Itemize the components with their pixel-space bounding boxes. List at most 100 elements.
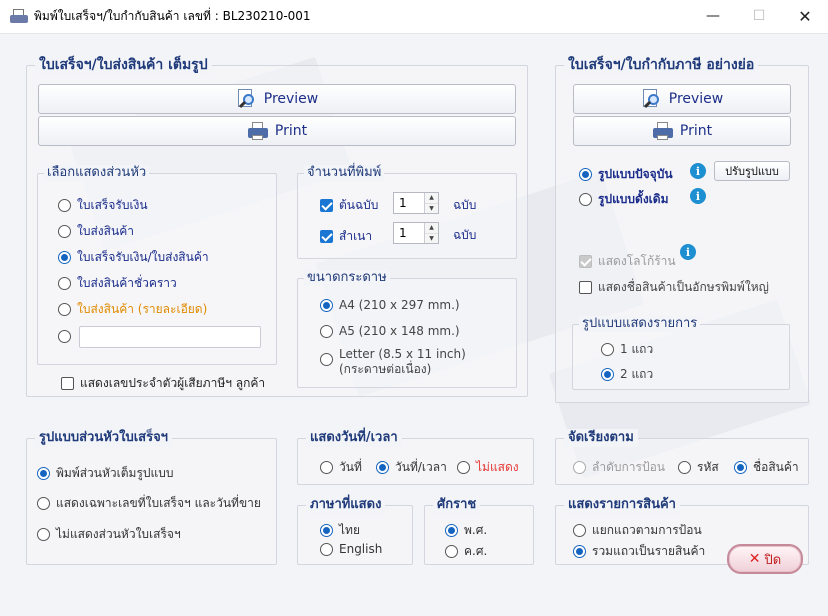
radio-style-old[interactable] [579,193,592,206]
header-option-receipt-delivery[interactable]: ใบเสร็จรับเงิน/ใบส่งสินค้า [58,248,209,267]
show-logo-label: แสดงโลโก้ร้าน [598,254,676,268]
custom-header-input[interactable] [79,326,261,348]
radio-paper-a5[interactable] [320,324,333,338]
show-logo-checkbox[interactable] [579,255,592,268]
spin-down-icon[interactable]: ▼ [425,203,438,213]
era-ad[interactable]: ค.ศ. [445,542,487,561]
radio-sort-name[interactable] [734,461,747,474]
header-option-receipt[interactable]: ใบเสร็จรับเงิน [58,196,148,215]
radio-header-delivery[interactable] [58,225,71,238]
header-option-label: ใบเสร็จรับเงิน [77,198,148,212]
window-close-button[interactable]: ✕ [782,0,828,32]
date-option-label: วันที่/เวลา [395,460,447,474]
preview-magnifier-icon [641,88,663,110]
short-print-button[interactable]: Print [573,116,791,146]
paper-option-a4[interactable]: A4 (210 x 297 mm.) [320,298,460,312]
radio-header-receipt[interactable] [58,199,71,212]
radio-era-be[interactable] [445,524,458,537]
radio-header-style-number-date[interactable] [37,497,50,510]
big-font-label: แสดงชื่อสินค้าเป็นอักษรพิมพ์ใหญ่ [598,280,769,294]
radio-item-separate[interactable] [573,524,586,537]
show-tax-id-option[interactable]: แสดงเลขประจำตัวผู้เสียภาษีฯ ลูกค้า [61,374,265,393]
radio-sort-entry[interactable] [573,461,586,474]
no-date-option[interactable]: ไม่แสดง [457,458,519,477]
header-style-none[interactable]: ไม่แสดงส่วนหัวใบเสร็จฯ [37,525,181,544]
radio-line-two[interactable] [601,368,614,381]
radio-no-date[interactable] [457,461,470,474]
radio-paper-letter[interactable] [320,353,333,366]
radio-era-ad[interactable] [445,545,458,558]
original-checkbox[interactable] [320,199,333,212]
style-current-option[interactable]: รูปแบบปัจจุบัน [579,165,673,184]
spin-up-icon[interactable]: ▲ [425,223,438,234]
show-tax-id-checkbox[interactable] [61,377,74,390]
full-print-button[interactable]: Print [38,116,516,146]
radio-date-only[interactable] [320,461,333,474]
duplicate-copy-option[interactable]: สำเนา [320,227,372,246]
spin-down-icon[interactable]: ▼ [425,233,438,243]
copies-group: จำนวนที่พิมพ์ [297,165,517,259]
radio-header-custom[interactable] [58,330,71,343]
sort-code[interactable]: รหัส [678,458,719,477]
info-icon[interactable]: i [690,163,706,179]
header-style-title: รูปแบบส่วนหัวใบเสร็จฯ [35,429,172,447]
radio-header-style-full[interactable] [37,467,50,480]
info-icon[interactable]: i [690,188,706,204]
radio-style-current[interactable] [579,168,592,181]
radio-sort-code[interactable] [678,461,691,474]
minimize-button[interactable]: — [690,0,736,32]
header-option-custom[interactable] [58,330,71,343]
duplicate-count-spinner[interactable]: 1 ▲ ▼ [393,222,439,244]
header-option-temp-delivery[interactable]: ใบส่งสินค้าชั่วคราว [58,274,177,293]
language-label: ไทย [339,523,360,537]
original-copy-option[interactable]: ต้นฉบับ [320,196,378,215]
header-style-full[interactable]: พิมพ์ส่วนหัวเต็มรูปแบบ [37,464,173,483]
radio-header-delivery-detail[interactable] [58,303,71,316]
era-be[interactable]: พ.ศ. [445,521,487,540]
sort-name[interactable]: ชื่อสินค้า [734,458,799,477]
header-option-delivery-detail[interactable]: ใบส่งสินค้า (รายละเอียด) [58,300,207,319]
radio-language-thai[interactable] [320,524,333,537]
item-display-merge[interactable]: รวมแถวเป็นรายสินค้า [573,542,705,561]
header-style-label: แสดงเฉพาะเลขที่ใบเสร็จฯ และวันที่ขาย [56,496,261,510]
customize-style-button[interactable]: ปรับรูปแบบ [714,161,790,181]
date-time-title: แสดงวันที่/เวลา [306,429,402,447]
date-option[interactable]: วันที่ [320,458,362,477]
big-font-option[interactable]: แสดงชื่อสินค้าเป็นอักษรพิมพ์ใหญ่ [579,278,769,297]
duplicate-checkbox[interactable] [320,230,333,243]
full-print-label: Print [274,123,308,139]
show-logo-option[interactable]: แสดงโลโก้ร้าน [579,252,676,271]
radio-date-time[interactable] [376,461,389,474]
paper-option-a5[interactable]: A5 (210 x 148 mm.) [320,324,460,338]
item-display-separate[interactable]: แยกแถวตามการป้อน [573,521,702,540]
big-font-checkbox[interactable] [579,281,592,294]
line-style-one[interactable]: 1 แถว [601,340,653,359]
date-time-option[interactable]: วันที่/เวลา [376,458,447,477]
maximize-button[interactable]: ☐ [736,0,782,32]
radio-paper-a4[interactable] [320,298,333,312]
dialog-body: ใบเสร็จฯ/ใบส่งสินค้า เต็มรูป Preview Pri… [0,34,828,616]
line-style-label: 2 แถว [620,367,654,381]
style-old-option[interactable]: รูปแบบดั้งเดิม [579,190,669,209]
radio-header-receipt-delivery[interactable] [58,251,71,264]
original-count-spinner[interactable]: 1 ▲ ▼ [393,192,439,214]
spin-up-icon[interactable]: ▲ [425,193,438,204]
radio-line-one[interactable] [601,343,614,356]
radio-language-english[interactable] [320,542,333,556]
radio-header-style-none[interactable] [37,528,50,541]
close-dialog-button[interactable]: ✕ ปิด [727,544,803,574]
line-style-two[interactable]: 2 แถว [601,365,653,384]
printer-icon [247,121,269,141]
language-english[interactable]: English [320,542,382,556]
original-count-value: 1 [399,196,407,210]
info-icon[interactable]: i [680,244,696,260]
radio-header-temp-delivery[interactable] [58,277,71,290]
short-preview-button[interactable]: Preview [573,84,791,114]
radio-item-merge[interactable] [573,545,586,558]
paper-option-letter[interactable]: Letter (8.5 x 11 inch) (กระดาษต่อเนื่อง) [320,347,466,377]
language-thai[interactable]: ไทย [320,521,360,540]
header-style-number-date[interactable]: แสดงเฉพาะเลขที่ใบเสร็จฯ และวันที่ขาย [37,494,261,513]
full-preview-button[interactable]: Preview [38,84,516,114]
sort-entry-order[interactable]: ลำดับการป้อน [573,458,665,477]
header-option-delivery[interactable]: ใบส่งสินค้า [58,222,134,241]
